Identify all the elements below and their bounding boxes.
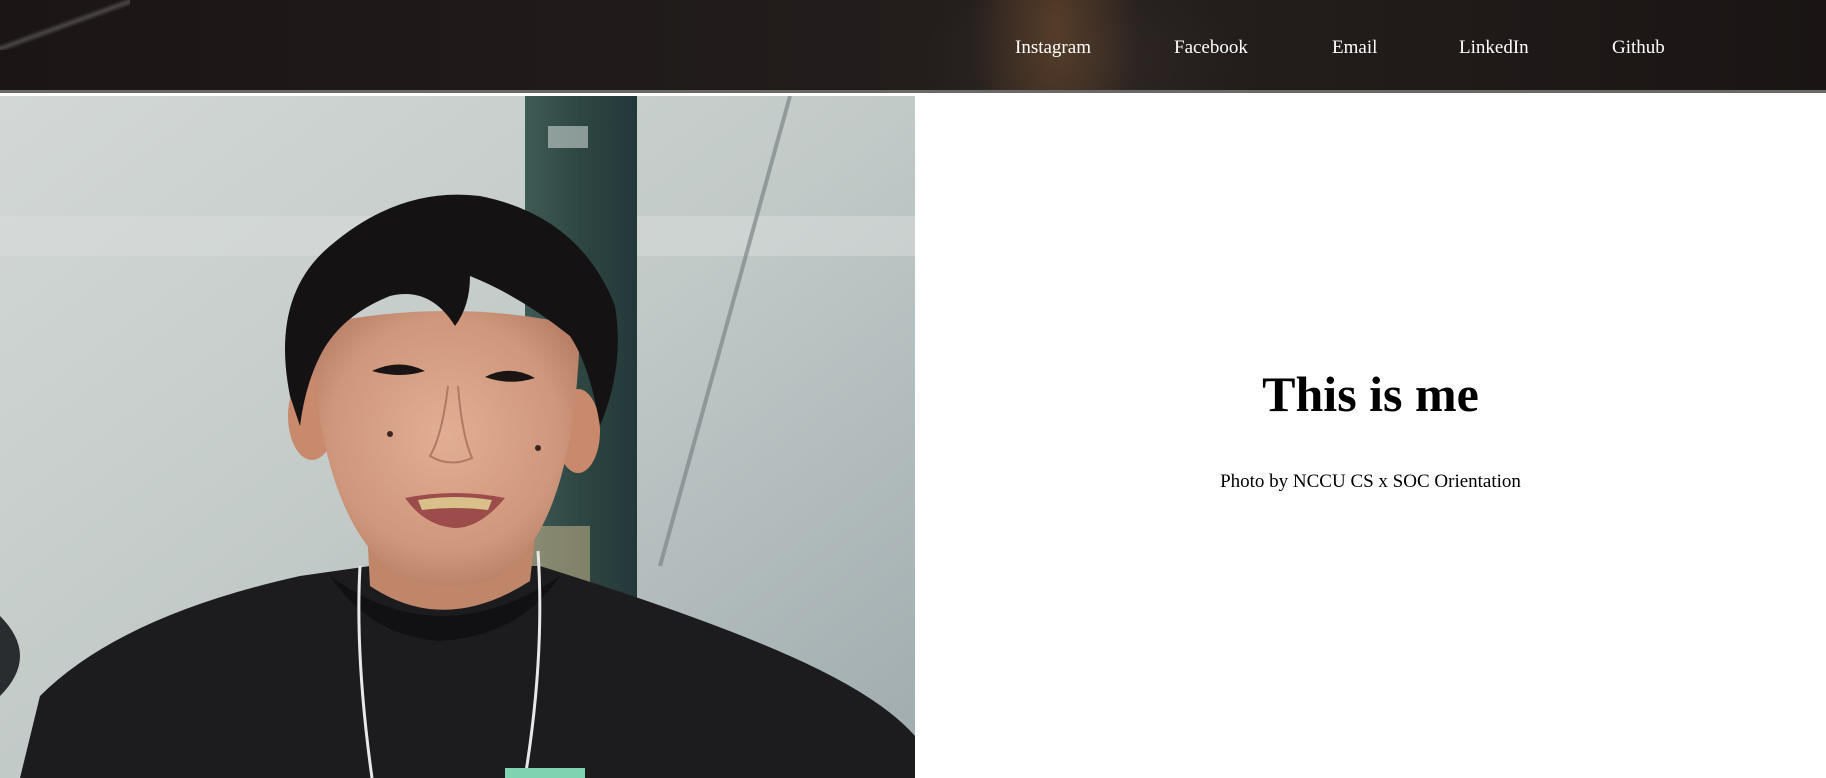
nav-link-facebook[interactable]: Facebook [1174, 35, 1248, 61]
portrait-illustration [0, 96, 915, 778]
nav-link-instagram[interactable]: Instagram [1015, 35, 1091, 61]
photo-credit: Photo by NCCU CS x SOC Orientation [1220, 471, 1521, 492]
intro-panel: This is me Photo by NCCU CS x SOC Orient… [915, 96, 1826, 778]
profile-photo [0, 96, 915, 778]
nav-link-email[interactable]: Email [1332, 35, 1377, 61]
nav-link-linkedin[interactable]: LinkedIn [1459, 35, 1529, 61]
nav-link-github[interactable]: Github [1612, 35, 1665, 61]
top-navigation: Instagram Facebook Email LinkedIn Github [0, 35, 1826, 61]
site-header: Instagram Facebook Email LinkedIn Github [0, 0, 1826, 93]
page-title: This is me [1262, 366, 1479, 422]
